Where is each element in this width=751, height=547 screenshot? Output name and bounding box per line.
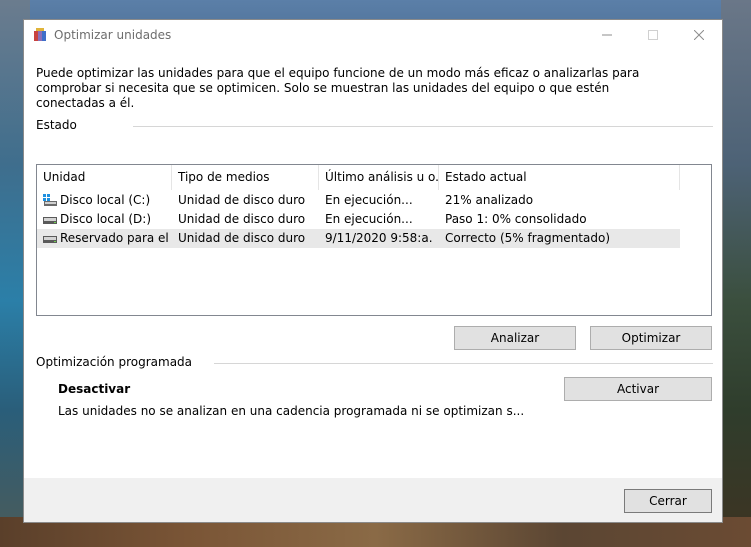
description-text: Puede optimizar las unidades para que el… (36, 66, 640, 110)
drive-name: Disco local (C:) (60, 193, 151, 207)
scheduled-divider (214, 363, 713, 364)
drive-last-run: 9/11/2020 9:58:a. m. (325, 231, 437, 245)
minimize-button[interactable] (584, 20, 630, 50)
schedule-description: Las unidades no se analizan en una caden… (58, 404, 525, 418)
window-title: Optimizar unidades (54, 28, 172, 42)
drive-name: Reservado para el s... (60, 231, 172, 245)
status-divider (133, 126, 713, 127)
drive-current-status: Correcto (5% fragmentado) (445, 231, 610, 245)
drive-list[interactable]: Unidad Tipo de medios Último análisis u … (36, 164, 712, 316)
column-header-current-status[interactable]: Estado actual (439, 165, 680, 190)
column-header-media-type[interactable]: Tipo de medios (172, 165, 319, 190)
windows-drive-icon (43, 194, 57, 206)
drive-current-status: 21% analizado (445, 193, 534, 207)
minimize-icon (602, 34, 612, 36)
close-window-button[interactable] (676, 20, 722, 50)
drive-media-type: Unidad de disco duro (178, 231, 306, 245)
scheduled-section-label: Optimización programada (36, 355, 193, 369)
optimize-button[interactable]: Optimizar (590, 326, 712, 350)
schedule-state: Desactivar (58, 382, 131, 396)
status-section-label: Estado (36, 118, 77, 132)
maximize-button[interactable] (630, 20, 676, 50)
hard-drive-icon (43, 236, 57, 243)
drive-row[interactable]: Disco local (C:) Unidad de disco duro En… (37, 191, 680, 210)
maximize-icon (648, 30, 658, 40)
column-header-drive[interactable]: Unidad (37, 165, 172, 190)
title-bar[interactable]: Optimizar unidades (24, 20, 722, 50)
drive-current-status: Paso 1: 0% consolidado (445, 212, 587, 226)
optimize-drives-window: Optimizar unidades Puede optimizar las u… (23, 19, 723, 523)
defrag-app-icon (34, 28, 46, 41)
drive-last-run: En ejecución... (325, 193, 413, 207)
activate-button[interactable]: Activar (564, 377, 712, 401)
drive-row[interactable]: Disco local (D:) Unidad de disco duro En… (37, 210, 680, 229)
column-header-last-run[interactable]: Último análisis u o... (319, 165, 439, 190)
drive-media-type: Unidad de disco duro (178, 212, 306, 226)
analyze-button[interactable]: Analizar (454, 326, 576, 350)
desktop-wallpaper-right (721, 0, 751, 547)
drive-last-run: En ejecución... (325, 212, 413, 226)
footer-bar: Cerrar (24, 478, 722, 522)
drive-row[interactable]: Reservado para el s... Unidad de disco d… (37, 229, 680, 248)
drive-media-type: Unidad de disco duro (178, 193, 306, 207)
hard-drive-icon (43, 217, 57, 224)
drive-list-header: Unidad Tipo de medios Último análisis u … (37, 165, 711, 190)
window-content: Puede optimizar las unidades para que el… (24, 50, 722, 478)
close-button[interactable]: Cerrar (624, 489, 712, 513)
drive-name: Disco local (D:) (60, 212, 152, 226)
close-icon (694, 30, 704, 40)
